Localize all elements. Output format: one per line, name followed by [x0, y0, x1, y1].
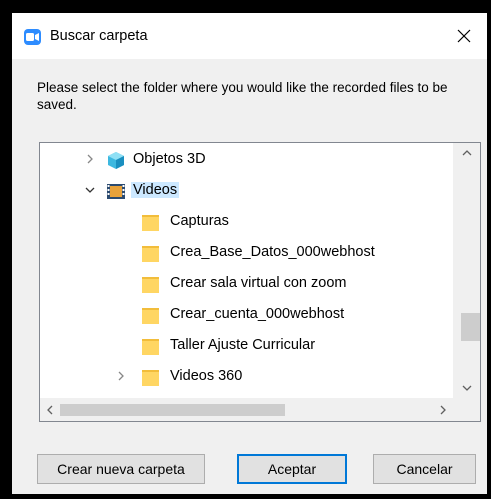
close-button[interactable]: [441, 13, 487, 59]
horizontal-scroll-thumb[interactable]: [60, 404, 285, 416]
chevron-left-icon: [47, 405, 53, 414]
videos-folder-icon: [107, 184, 125, 199]
chevron-right-icon: [440, 405, 446, 414]
ok-button[interactable]: Aceptar: [237, 454, 347, 484]
tree-item-label: Crear_cuenta_000webhost: [170, 306, 345, 322]
tree-item-label: Objetos 3D: [133, 151, 206, 167]
instruction-text: Please select the folder where you would…: [37, 80, 448, 112]
tree-item-objetos-3d[interactable]: Objetos 3D: [40, 145, 453, 176]
vertical-scroll-thumb[interactable]: [461, 313, 480, 341]
folder-icon: [142, 370, 159, 386]
title-bar: Buscar carpeta: [12, 13, 487, 59]
new-folder-button[interactable]: Crear nueva carpeta: [37, 454, 205, 484]
chevron-up-icon: [462, 150, 471, 156]
tree-item-label: Taller Ajuste Curricular: [170, 337, 316, 353]
folder-icon: [142, 339, 159, 355]
scroll-right-button[interactable]: [433, 398, 453, 421]
scroll-down-button[interactable]: [453, 378, 480, 398]
folder-tree-viewport: Objetos 3D Videos Capturas Crea_Base_Dat…: [40, 143, 453, 398]
vertical-scrollbar[interactable]: [453, 143, 480, 398]
chevron-right-icon[interactable]: [84, 153, 96, 165]
scroll-left-button[interactable]: [40, 398, 60, 421]
scroll-up-button[interactable]: [453, 143, 480, 163]
tree-item-label: Crea_Base_Datos_000webhost: [170, 244, 375, 260]
cancel-button[interactable]: Cancelar: [373, 454, 476, 484]
close-icon: [457, 29, 471, 43]
3d-objects-icon: [108, 152, 124, 169]
folder-icon: [142, 308, 159, 324]
tree-item-label: Videos 360: [170, 368, 243, 384]
tree-item-crea-base-datos[interactable]: Crea_Base_Datos_000webhost: [40, 238, 453, 269]
zoom-app-icon: [24, 29, 41, 45]
tree-item-taller-ajuste[interactable]: Taller Ajuste Curricular: [40, 331, 453, 362]
tree-item-videos-360[interactable]: Videos 360: [40, 362, 453, 393]
folder-tree[interactable]: Objetos 3D Videos Capturas Crea_Base_Dat…: [39, 142, 481, 422]
chevron-right-icon[interactable]: [115, 370, 127, 382]
tree-item-label: Capturas: [170, 213, 229, 229]
browse-folder-dialog: Buscar carpeta Please select the folder …: [12, 13, 487, 494]
folder-icon: [142, 277, 159, 293]
tree-item-label: Crear sala virtual con zoom: [170, 275, 347, 291]
tree-item-videos[interactable]: Videos: [40, 176, 453, 207]
tree-item-label: Videos: [131, 182, 180, 198]
scrollbar-corner: [453, 398, 480, 421]
horizontal-scrollbar[interactable]: [40, 398, 453, 421]
chevron-down-icon: [462, 385, 471, 391]
folder-icon: [142, 246, 159, 262]
dialog-title: Buscar carpeta: [50, 28, 148, 44]
tree-item-crear-sala-virtual[interactable]: Crear sala virtual con zoom: [40, 269, 453, 300]
tree-item-crear-cuenta[interactable]: Crear_cuenta_000webhost: [40, 300, 453, 331]
tree-item-capturas[interactable]: Capturas: [40, 207, 453, 238]
folder-icon: [142, 215, 159, 231]
chevron-down-icon[interactable]: [84, 184, 96, 196]
